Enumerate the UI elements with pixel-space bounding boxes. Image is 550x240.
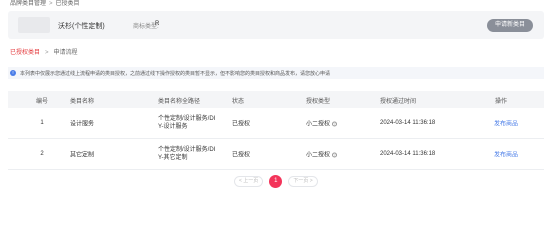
row-category-name: 设计服务 — [70, 121, 95, 128]
tab-authorized-categories[interactable]: 已授权类目 — [10, 47, 40, 56]
column-header-action: 操作 — [495, 99, 508, 105]
prev-page-button[interactable]: < 上一页 — [234, 176, 264, 187]
brand-type-value: R — [155, 21, 160, 27]
info-icon: ! — [10, 70, 16, 76]
breadcrumb-item-current: 已授类目 — [55, 1, 80, 7]
row-path-line1: 个性定制/设计服务/DI — [158, 147, 216, 153]
row-auth-type: 小二授权? — [306, 150, 338, 159]
column-header-status: 状态 — [232, 99, 245, 105]
row-path-line2: Y-其它定制 — [158, 155, 188, 161]
table-row: 1 设计服务 个性定制/设计服务/DI Y-设计服务 已授权 小二授权? 2024… — [8, 108, 544, 139]
category-table: 编号 类目名称 类目名称全路径 状态 授权类型 授权通过时间 操作 1 设计服务… — [8, 91, 544, 170]
publish-product-link[interactable]: 发布商品 — [494, 119, 518, 128]
column-header-time: 授权通过时间 — [380, 99, 417, 105]
next-page-button[interactable]: 下一页 > — [288, 176, 318, 187]
column-header-name: 类目名称 — [70, 99, 95, 105]
row-id: 2 — [40, 151, 44, 157]
row-status: 已授权 — [232, 121, 251, 128]
row-auth-time: 2024-03-14 11:36:18 — [380, 151, 436, 157]
notice-banner: ! 本列表中仅展示您通过线上流程申请的类目授权，之前通过线下操作授权的类目暂不显… — [8, 67, 544, 79]
store-header-card: 沃杉(个性定制) 商标类型: R 申请新类目 — [8, 11, 544, 39]
row-id: 1 — [40, 120, 44, 126]
page-number-current[interactable]: 1 — [269, 175, 283, 188]
row-category-name: 其它定制 — [70, 152, 95, 159]
table-row: 2 其它定制 个性定制/设计服务/DI Y-其它定制 已授权 小二授权? 2024… — [8, 139, 544, 170]
table-header: 编号 类目名称 类目名称全路径 状态 授权类型 授权通过时间 操作 — [8, 91, 544, 108]
row-status: 已授权 — [232, 152, 251, 159]
breadcrumb: 品牌类目管理 > 已授类目 — [10, 0, 80, 7]
store-name: 沃杉(个性定制) — [58, 23, 105, 30]
row-path-line1: 个性定制/设计服务/DI — [158, 116, 216, 122]
breadcrumb-item-root[interactable]: 品牌类目管理 — [10, 1, 46, 7]
column-header-path: 类目名称全路径 — [158, 99, 201, 105]
tabs: 已授权类目 > 申请流程 — [10, 47, 78, 59]
row-category-path: 个性定制/设计服务/DI Y-其它定制 — [158, 146, 215, 162]
column-header-id: 编号 — [35, 99, 48, 105]
pagination: < 上一页 1 下一页 > — [234, 175, 318, 188]
help-icon[interactable]: ? — [332, 152, 338, 158]
row-auth-type-label: 小二授权 — [306, 121, 331, 128]
row-path-line2: Y-设计服务 — [158, 124, 188, 130]
row-auth-type: 小二授权? — [306, 119, 338, 128]
breadcrumb-separator: > — [49, 1, 53, 7]
tab-separator: > — [45, 50, 49, 56]
apply-new-category-button[interactable]: 申请新类目 — [486, 19, 533, 32]
row-auth-time: 2024-03-14 11:36:18 — [380, 120, 436, 126]
notice-text: 本列表中仅展示您通过线上流程申请的类目授权，之前通过线下操作授权的类目暂不显示，… — [20, 70, 331, 77]
column-header-auth-type: 授权类型 — [306, 99, 331, 105]
store-logo — [18, 17, 50, 33]
publish-product-link[interactable]: 发布商品 — [494, 150, 518, 159]
row-category-path: 个性定制/设计服务/DI Y-设计服务 — [158, 115, 215, 131]
row-auth-type-label: 小二授权 — [306, 152, 331, 159]
tab-application-flow[interactable]: 申请流程 — [54, 47, 78, 56]
help-icon[interactable]: ? — [332, 121, 338, 127]
